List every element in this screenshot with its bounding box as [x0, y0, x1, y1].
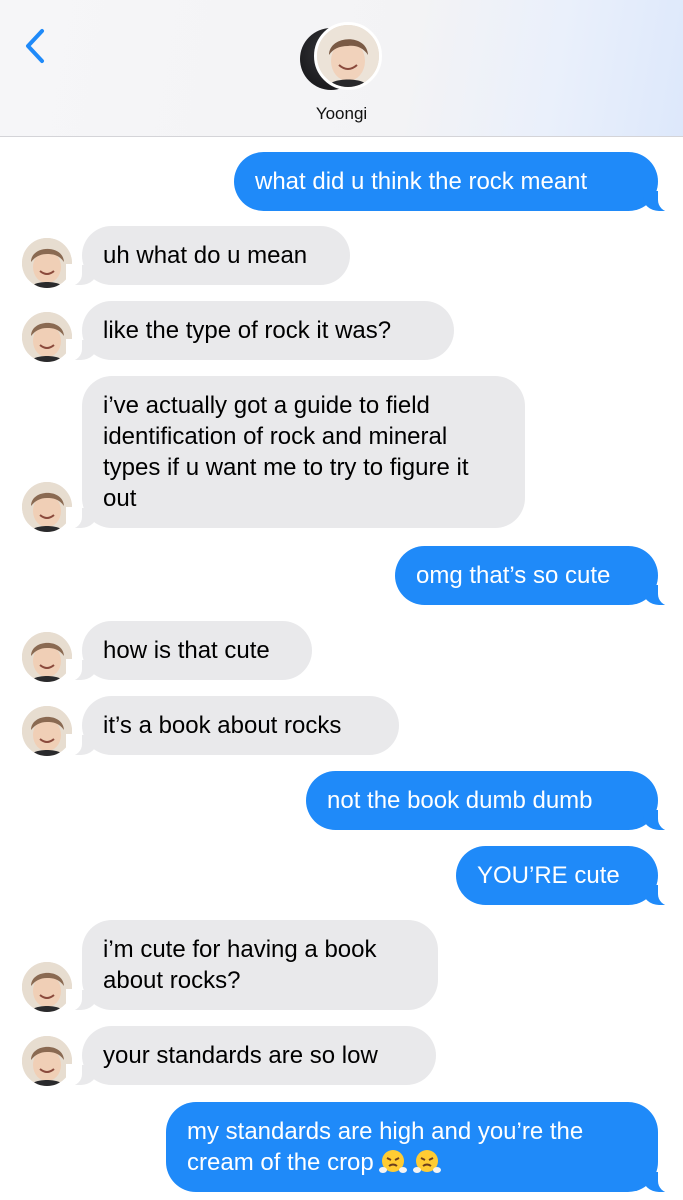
message-bubble-sent[interactable]: not the book dumb dumb: [306, 771, 674, 831]
message-bubble-received[interactable]: uh what do u mean: [66, 226, 350, 286]
message-text: it’s a book about rocks: [103, 712, 342, 739]
sender-avatar: [22, 632, 72, 682]
message-bubble-sent[interactable]: my standards are high and you’re the cre…: [166, 1102, 674, 1193]
sender-avatar: [22, 312, 72, 362]
sender-avatar: [22, 706, 72, 756]
message-bubble-sent[interactable]: YOU’RE cute: [456, 846, 674, 906]
message-bubble-received[interactable]: i’ve actually got a guide to field ident…: [66, 376, 525, 529]
sender-avatar: [22, 962, 72, 1012]
message-text: i’ve actually got a guide to field ident…: [103, 392, 469, 512]
message-text: omg that’s so cute: [416, 562, 611, 589]
message-text: how is that cute: [103, 637, 270, 664]
message-bubble-received[interactable]: i’m cute for having a book about rocks?: [66, 920, 438, 1011]
message-bubble-received[interactable]: like the type of rock it was?: [66, 301, 454, 361]
message-bubble-sent[interactable]: what did u think the rock meant: [234, 152, 674, 212]
message-text: your standards are so low: [103, 1042, 378, 1069]
face-with-steam-icon: [378, 1147, 408, 1175]
message-thread: what did u think the rock meant uh what …: [0, 0, 683, 1200]
face-with-steam-icon: [412, 1147, 442, 1175]
message-bubble-received[interactable]: your standards are so low: [66, 1026, 436, 1086]
message-text: like the type of rock it was?: [103, 317, 392, 344]
message-text: YOU’RE cute: [477, 862, 620, 889]
message-bubble-received[interactable]: how is that cute: [66, 621, 312, 681]
sender-avatar: [22, 238, 72, 288]
message-bubble-sent[interactable]: omg that’s so cute: [395, 546, 674, 606]
sender-avatar: [22, 482, 72, 532]
message-bubble-received[interactable]: it’s a book about rocks: [66, 696, 399, 756]
message-text: what did u think the rock meant: [255, 168, 588, 195]
message-text: uh what do u mean: [103, 242, 308, 269]
sender-avatar: [22, 1036, 72, 1086]
message-text: i’m cute for having a book about rocks?: [103, 936, 377, 994]
message-text: not the book dumb dumb: [327, 787, 593, 814]
